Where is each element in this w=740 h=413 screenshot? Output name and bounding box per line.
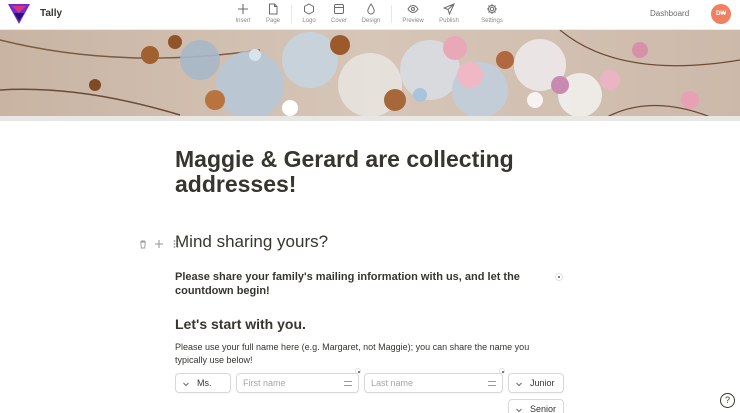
- chevron-down-icon: [516, 408, 522, 413]
- tally-logo-icon[interactable]: [8, 4, 30, 24]
- help-button[interactable]: ?: [720, 393, 735, 408]
- section-heading[interactable]: Mind sharing yours?: [175, 232, 328, 252]
- required-marker-icon[interactable]: [355, 368, 361, 374]
- design-label: Design: [361, 18, 381, 24]
- last-name-placeholder: Last name: [371, 378, 414, 388]
- cover-label: Cover: [330, 18, 347, 24]
- design-button[interactable]: Design: [353, 3, 389, 27]
- helper-text[interactable]: Please use your full name here (e.g. Mar…: [175, 341, 555, 367]
- first-name-placeholder: First name: [243, 378, 286, 388]
- avatar[interactable]: D₩: [711, 4, 731, 24]
- required-marker-icon[interactable]: [499, 368, 505, 374]
- toolbar-divider: [391, 5, 392, 23]
- chevron-down-icon: [183, 382, 189, 387]
- publish-button[interactable]: Publish: [431, 3, 467, 27]
- cover-button[interactable]: Cover: [321, 3, 357, 27]
- title-select-value: Ms.: [197, 378, 212, 388]
- send-icon: [443, 3, 455, 15]
- form-title[interactable]: Maggie & Gerard are collecting addresses…: [175, 147, 575, 197]
- subheading[interactable]: Let's start with you.: [175, 316, 306, 332]
- preview-label: Preview: [402, 18, 424, 24]
- plus-icon: [238, 4, 248, 14]
- chevron-down-icon: [516, 382, 522, 387]
- preview-button[interactable]: Preview: [395, 3, 431, 27]
- title-select[interactable]: Ms.: [175, 373, 231, 393]
- flower-cover-illustration: [0, 30, 740, 121]
- settings-label: Settings: [481, 18, 503, 24]
- last-name-input[interactable]: Last name: [364, 373, 503, 393]
- field-options-icon[interactable]: [488, 381, 496, 386]
- suffix-select-value: Junior: [530, 378, 555, 388]
- plus-icon[interactable]: [154, 236, 164, 248]
- hexagon-icon: [304, 3, 314, 15]
- dashboard-link[interactable]: Dashboard: [650, 9, 689, 18]
- field-options-icon[interactable]: [344, 381, 352, 386]
- intro-text[interactable]: Please share your family's mailing infor…: [175, 270, 555, 298]
- app-name: Tally: [40, 8, 63, 19]
- required-marker-icon[interactable]: [555, 273, 563, 281]
- droplet-icon: [367, 3, 375, 15]
- settings-button[interactable]: Settings: [474, 3, 510, 27]
- trash-icon[interactable]: [138, 236, 148, 249]
- cover-icon: [334, 4, 344, 14]
- publish-label: Publish: [439, 18, 459, 24]
- page-icon: [269, 3, 278, 15]
- cover-image: [0, 30, 740, 121]
- eye-icon: [407, 4, 419, 14]
- suffix-select-2[interactable]: Senior: [508, 399, 564, 413]
- page-button[interactable]: Page: [255, 3, 291, 27]
- top-bar: Tally Insert Page Logo Cover Design Prev…: [0, 0, 740, 30]
- suffix-select-2-value: Senior: [530, 404, 557, 413]
- suffix-select[interactable]: Junior: [508, 373, 564, 393]
- gear-icon: [487, 4, 497, 14]
- first-name-input[interactable]: First name: [236, 373, 359, 393]
- page-label: Page: [265, 18, 280, 24]
